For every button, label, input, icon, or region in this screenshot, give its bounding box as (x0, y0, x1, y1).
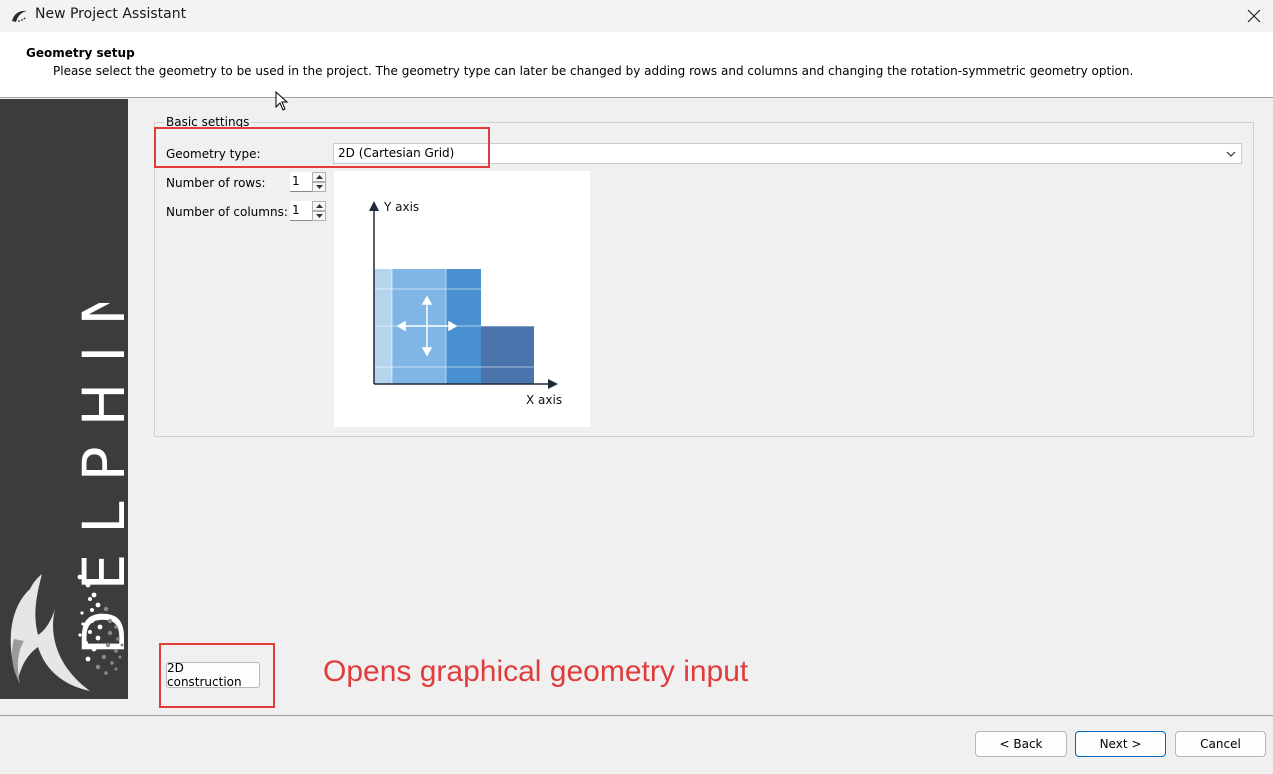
arrow-up-icon (315, 204, 323, 208)
close-button[interactable] (1235, 0, 1273, 32)
brand-sidebar: DELPHIN (0, 99, 128, 699)
arrow-down-icon (315, 185, 323, 189)
rows-increment-button[interactable] (312, 172, 326, 182)
window-title: New Project Assistant (35, 6, 187, 22)
2d-construction-button[interactable]: 2D construction (166, 661, 260, 689)
columns-label: Number of columns: (166, 205, 288, 219)
columns-increment-button[interactable] (312, 201, 326, 211)
close-icon (1247, 9, 1261, 23)
rows-spinbox[interactable]: 1 (290, 172, 326, 192)
mouse-cursor-icon (275, 91, 289, 111)
delphin-app-icon (12, 10, 27, 22)
geometry-preview: Y axis X axis (334, 171, 590, 427)
title-bar: New Project Assistant (0, 0, 1273, 32)
basic-settings-title: Basic settings (164, 115, 252, 129)
rows-value: 1 (292, 174, 300, 188)
next-button[interactable]: Next > (1075, 731, 1166, 757)
geometry-type-value: 2D (Cartesian Grid) (338, 146, 455, 160)
dolphin-logo (10, 574, 124, 691)
y-axis-label: Y axis (383, 200, 419, 214)
page-description: Please select the geometry to be used in… (53, 64, 1134, 78)
columns-spinbox[interactable]: 1 (290, 201, 326, 221)
basic-settings-group (154, 122, 1254, 437)
x-axis-label: X axis (526, 393, 562, 407)
page-title: Geometry setup (26, 46, 135, 60)
back-button[interactable]: < Back (975, 731, 1067, 757)
page-header: Geometry setup Please select the geometr… (0, 32, 1273, 98)
preview-cell-dark (481, 326, 534, 384)
geometry-type-label: Geometry type: (166, 147, 261, 161)
x-axis-arrow-icon (548, 379, 558, 389)
geometry-preview-diagram: Y axis X axis (369, 200, 562, 407)
annotation-text: Opens graphical geometry input (323, 655, 749, 688)
arrow-down-icon (315, 214, 323, 218)
rows-label: Number of rows: (166, 176, 266, 190)
rows-decrement-button[interactable] (312, 182, 326, 192)
geometry-type-select[interactable]: 2D (Cartesian Grid) (333, 143, 1242, 164)
columns-decrement-button[interactable] (312, 211, 326, 221)
arrow-up-icon (315, 175, 323, 179)
cancel-button[interactable]: Cancel (1175, 731, 1266, 757)
chevron-down-icon (1226, 151, 1236, 157)
y-axis-arrow-icon (369, 201, 379, 211)
columns-value: 1 (292, 203, 300, 217)
